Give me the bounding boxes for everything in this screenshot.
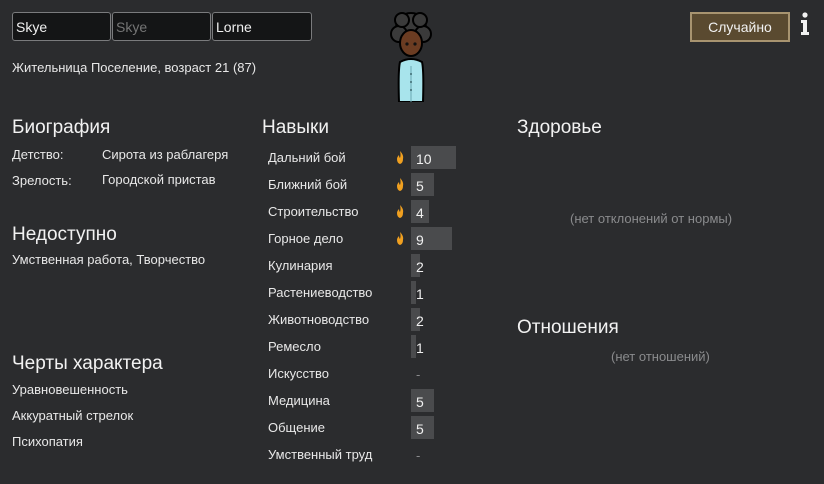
incapable-list: Умственная работа, Творчество	[12, 252, 206, 267]
trait-item[interactable]: Психопатия	[12, 434, 83, 449]
trait-item[interactable]: Уравновешенность	[12, 382, 128, 397]
skills-heading: Навыки	[262, 117, 329, 138]
skill-level-value: -	[416, 367, 421, 382]
skill-name: Кулинария	[268, 258, 333, 273]
skill-name: Ремесло	[268, 339, 321, 354]
childhood-label: Детство:	[12, 147, 64, 162]
skill-level-value: 2	[416, 259, 424, 275]
passion-flame-icon	[397, 232, 404, 245]
skill-name: Дальний бой	[268, 150, 346, 165]
traits-heading: Черты характера	[12, 353, 163, 374]
incapable-heading: Недоступно	[12, 224, 117, 245]
passion-flame-icon	[397, 205, 404, 218]
skill-level-value: 1	[416, 340, 424, 356]
skill-level-value: 9	[416, 232, 424, 248]
childhood-value[interactable]: Сирота из раблагеря	[102, 147, 228, 162]
passion-flame-icon	[397, 178, 404, 191]
relations-empty-text: (нет отношений)	[611, 349, 710, 364]
skill-name: Общение	[268, 420, 326, 435]
randomize-button[interactable]: Случайно	[690, 12, 790, 42]
skill-name: Ближний бой	[268, 177, 348, 192]
skill-name: Животноводство	[268, 312, 370, 327]
skill-level-value: 1	[416, 286, 424, 302]
adulthood-value[interactable]: Городской пристав	[102, 172, 216, 187]
skill-name: Умственный труд	[268, 447, 373, 462]
pawn-portrait	[390, 12, 432, 102]
last-name-input[interactable]	[212, 12, 312, 41]
skill-level-value: 5	[416, 394, 424, 410]
skill-level-value: 10	[416, 151, 432, 167]
passion-flame-icon	[397, 151, 404, 164]
trait-item[interactable]: Аккуратный стрелок	[12, 408, 133, 423]
health-empty-text: (нет отклонений от нормы)	[570, 211, 733, 226]
adulthood-label: Зрелость:	[12, 173, 72, 188]
skill-name: Горное дело	[268, 231, 344, 246]
skill-name: Строительство	[268, 204, 359, 219]
info-icon[interactable]	[796, 11, 814, 37]
skill-name: Искусство	[268, 366, 329, 381]
skill-level-value: 4	[416, 205, 424, 221]
pawn-description: Жительница Поселение, возраст 21 (87)	[12, 60, 257, 75]
skill-level-value: -	[416, 448, 421, 463]
first-name-input[interactable]	[12, 12, 111, 41]
backstory-heading: Биография	[12, 117, 111, 138]
skill-level-value: 5	[416, 421, 424, 437]
relations-heading: Отношения	[517, 317, 619, 338]
nickname-input[interactable]	[112, 12, 211, 41]
skill-level-value: 5	[416, 178, 424, 194]
skill-level-value: 2	[416, 313, 424, 329]
skill-name: Медицина	[268, 393, 330, 408]
skill-name: Растениеводство	[268, 285, 373, 300]
health-heading: Здоровье	[517, 117, 602, 138]
